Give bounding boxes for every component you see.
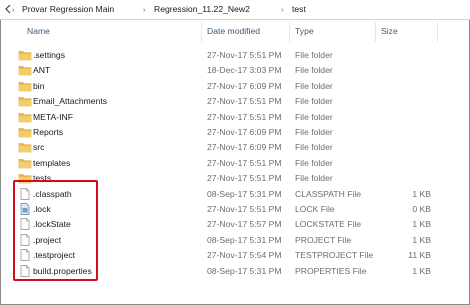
highlight-box — [13, 180, 98, 281]
file-row[interactable]: bin 27-Nov-17 6:09 PM File folder — [0, 79, 470, 94]
file-type: LOCK File — [295, 204, 335, 214]
file-date-modified: 27-Nov-17 5:51 PM — [207, 173, 282, 183]
file-type: PROJECT File — [295, 235, 352, 245]
file-date-modified: 27-Nov-17 5:51 PM — [207, 50, 282, 60]
file-type: File folder — [295, 158, 333, 168]
breadcrumb-separator-icon: › — [12, 5, 15, 14]
folder-icon — [18, 64, 32, 76]
breadcrumb-separator-icon: › — [143, 5, 146, 14]
file-type: File folder — [295, 173, 333, 183]
file-type: File folder — [295, 65, 333, 75]
folder-icon — [18, 95, 32, 107]
scrollbar[interactable] — [459, 20, 469, 303]
file-date-modified: 27-Nov-17 6:09 PM — [207, 142, 282, 152]
folder-icon — [18, 111, 32, 123]
file-row[interactable]: src 27-Nov-17 6:09 PM File folder — [0, 140, 470, 155]
file-date-modified: 18-Dec-17 3:03 PM — [207, 65, 282, 75]
file-row[interactable]: Email_Attachments 27-Nov-17 5:51 PM File f… — [0, 94, 470, 109]
file-type: File folder — [295, 50, 333, 60]
folder-icon — [18, 49, 32, 61]
file-type: CLASSPATH File — [295, 189, 362, 199]
chevron-left-icon[interactable] — [4, 4, 11, 17]
column-header-name[interactable]: Name — [27, 26, 50, 36]
file-type: File folder — [295, 112, 333, 122]
breadcrumb-regression-11-22-new2[interactable]: Regression_11.22_New2 — [154, 4, 250, 15]
file-row[interactable]: META-INF 27-Nov-17 5:51 PM File folder — [0, 110, 470, 125]
column-divider[interactable] — [201, 22, 202, 42]
column-header-type[interactable]: Type — [295, 26, 314, 36]
file-row[interactable]: templates 27-Nov-17 5:51 PM File folder — [0, 156, 470, 171]
column-divider[interactable] — [437, 22, 438, 42]
file-type: LOCKSTATE File — [295, 219, 362, 229]
file-date-modified: 27-Nov-17 6:09 PM — [207, 127, 282, 137]
file-date-modified: 27-Nov-17 5:57 PM — [207, 219, 282, 229]
breadcrumb-test[interactable]: test — [292, 4, 306, 15]
file-name: .settings — [33, 50, 66, 60]
address-bar[interactable]: › Provar Regression Main › Regression_11… — [0, 0, 470, 20]
file-size: 1 KB — [412, 189, 431, 199]
file-size: 1 KB — [412, 219, 431, 229]
file-type: TESTPROJECT File — [295, 250, 374, 260]
file-type: File folder — [295, 142, 333, 152]
file-type: File folder — [295, 127, 333, 137]
folder-icon — [18, 141, 32, 153]
file-size: 1 KB — [412, 235, 431, 245]
file-size: 1 KB — [412, 266, 431, 276]
file-date-modified: 27-Nov-17 6:09 PM — [207, 81, 282, 91]
file-type: File folder — [295, 96, 333, 106]
column-header-date-modified[interactable]: Date modified — [207, 26, 260, 36]
column-divider[interactable] — [375, 22, 376, 42]
file-date-modified: 27-Nov-17 5:51 PM — [207, 112, 282, 122]
file-name: META-INF — [33, 112, 73, 122]
file-date-modified: 08-Sep-17 5:31 PM — [207, 266, 282, 276]
file-row[interactable]: Reports 27-Nov-17 6:09 PM File folder — [0, 125, 470, 140]
file-type: PROPERTIES File — [295, 266, 367, 276]
file-name: Email_Attachments — [33, 96, 108, 106]
file-name: templates — [33, 158, 71, 168]
file-name: src — [33, 142, 45, 152]
column-header-size[interactable]: Size — [381, 26, 398, 36]
folder-icon — [18, 157, 32, 169]
file-type: File folder — [295, 81, 333, 91]
file-name: bin — [33, 81, 45, 91]
folder-icon — [18, 126, 32, 138]
breadcrumb-separator-icon: › — [281, 5, 284, 14]
file-row[interactable]: .settings 27-Nov-17 5:51 PM File folder — [0, 48, 470, 63]
breadcrumb-provar-regression-main[interactable]: Provar Regression Main — [22, 4, 114, 15]
folder-icon — [18, 80, 32, 92]
file-size: 0 KB — [412, 204, 431, 214]
file-date-modified: 27-Nov-17 5:51 PM — [207, 96, 282, 106]
file-date-modified: 27-Nov-17 5:54 PM — [207, 250, 282, 260]
column-divider[interactable] — [289, 22, 290, 42]
file-date-modified: 08-Sep-17 5:31 PM — [207, 235, 282, 245]
file-name: ANT — [33, 65, 51, 75]
file-date-modified: 08-Sep-17 5:31 PM — [207, 189, 282, 199]
file-row[interactable]: ANT 18-Dec-17 3:03 PM File folder — [0, 63, 470, 78]
file-size: 11 KB — [408, 250, 431, 260]
file-date-modified: 27-Nov-17 5:51 PM — [207, 158, 282, 168]
file-name: Reports — [33, 127, 64, 137]
file-date-modified: 27-Nov-17 5:51 PM — [207, 204, 282, 214]
